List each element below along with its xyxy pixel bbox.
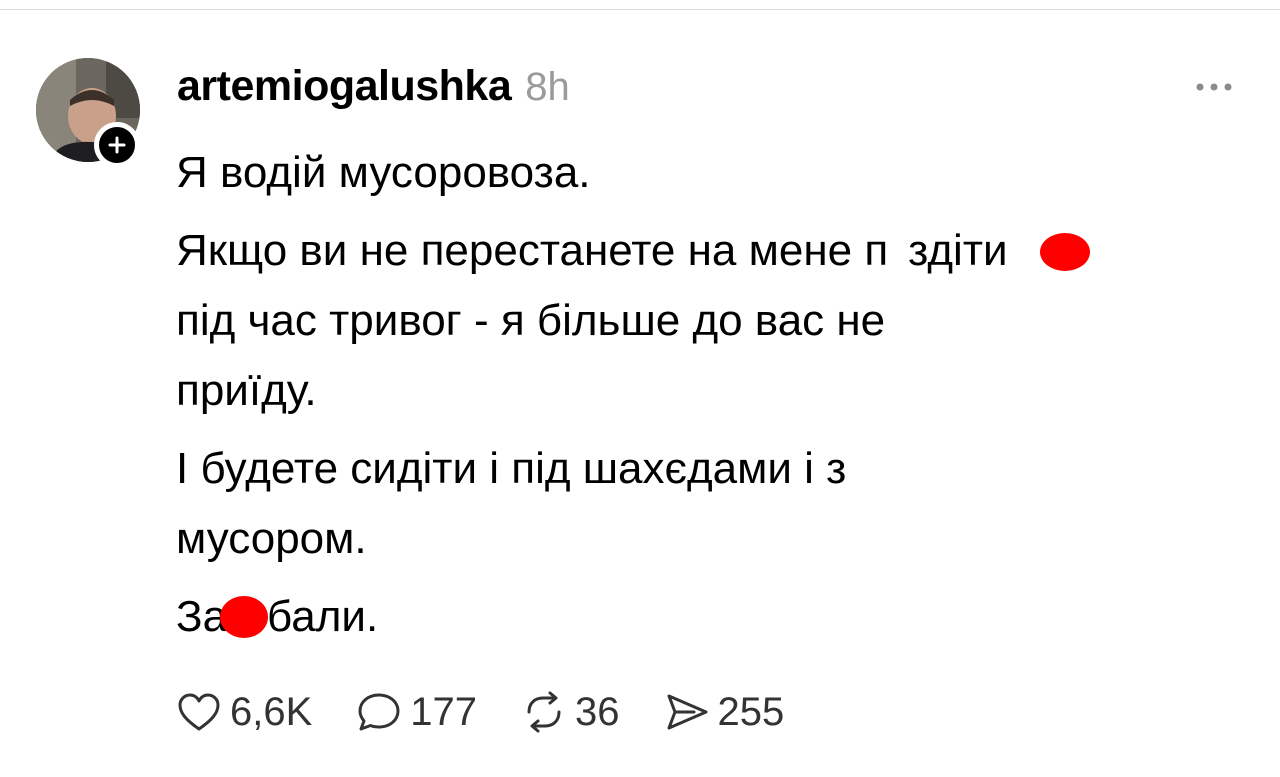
post-line: І будете сидіти і під шахєдами і з	[176, 434, 1266, 504]
post-line: Я водій мусоровоза.	[176, 138, 1266, 208]
send-icon	[667, 694, 708, 730]
post-line: приїду.	[176, 356, 1266, 426]
post-actions: 6,6K 177 36 255	[176, 684, 828, 740]
follow-button[interactable]	[94, 122, 140, 168]
post-line-text: бали.	[267, 592, 379, 641]
post-line: Якщо ви не перестанете на мене п здіти	[176, 216, 1266, 286]
post-line-text: здіти	[908, 226, 1008, 275]
share-count: 255	[717, 689, 785, 734]
heart-icon	[178, 693, 220, 731]
post-line-text: мусором.	[176, 514, 367, 563]
like-count: 6,6K	[230, 689, 313, 734]
repost-count: 36	[575, 689, 620, 734]
more-dots-icon	[1196, 83, 1232, 91]
post-line-text: Якщо ви не перестанете на мене п	[176, 226, 889, 275]
post-line-text: приїду.	[176, 366, 317, 415]
repost-button[interactable]: 36	[521, 690, 620, 735]
censor-mark	[220, 596, 268, 638]
post-line-text: І будете сидіти і під шахєдами і з	[176, 444, 847, 493]
post-line-text: Я водій мусоровоза.	[176, 148, 591, 197]
repost-arrows-icon	[527, 691, 561, 733]
post-line: мусором.	[176, 504, 1266, 574]
plus-icon	[108, 136, 126, 154]
top-divider	[0, 9, 1280, 10]
post-timestamp: 8h	[525, 65, 570, 109]
share-button[interactable]: 255	[664, 689, 785, 735]
reply-button[interactable]: 177	[356, 690, 477, 735]
post-line: під час тривог - я більше до вас не	[176, 286, 1266, 356]
like-button[interactable]: 6,6K	[176, 690, 312, 735]
more-options-button[interactable]	[1186, 72, 1242, 102]
post-text: Я водій мусоровоза. Якщо ви не перестане…	[176, 138, 1266, 652]
censor-mark	[1040, 233, 1090, 271]
reply-count: 177	[410, 689, 478, 734]
post-header: artemiogalushka 8h	[177, 62, 570, 118]
speech-bubble-icon	[358, 693, 400, 731]
username-link[interactable]: artemiogalushka	[177, 62, 512, 111]
avatar-container[interactable]	[36, 58, 140, 168]
post-line: За бали.	[176, 582, 1266, 652]
post-line-text: під час тривог - я більше до вас не	[176, 296, 886, 345]
